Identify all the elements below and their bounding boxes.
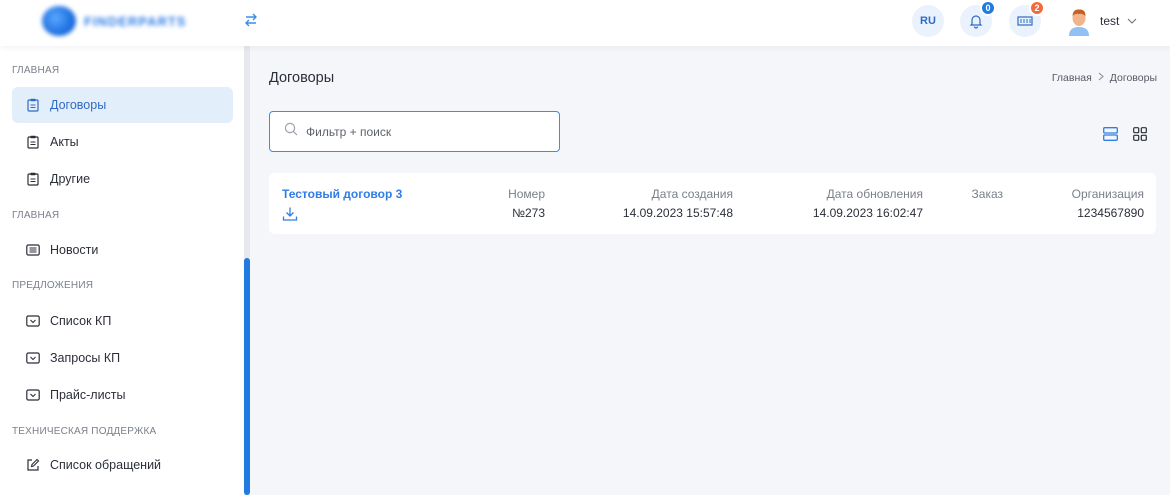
sidebar-section-main: ГЛАВНАЯ xyxy=(12,65,60,76)
avatar xyxy=(1069,9,1089,36)
sidebar-item-label: Другие xyxy=(50,172,91,186)
contract-card: Тестовый договор 3 Номер №273 Дата созда… xyxy=(269,173,1156,234)
sidebar-toggle-button[interactable] xyxy=(239,9,263,31)
breadcrumb-home[interactable]: Главная xyxy=(1052,72,1092,84)
sidebar-item-label: Список обращений xyxy=(50,458,162,472)
list-view-icon xyxy=(1102,127,1118,141)
sidebar: ГЛАВНАЯ Договоры Акты Другие ГЛАВНАЯ Нов… xyxy=(0,46,244,495)
clipboard-icon xyxy=(26,135,40,149)
search-input[interactable] xyxy=(306,124,546,139)
news-icon xyxy=(26,243,40,257)
top-header: FINDERPARTS RU 0 2 test xyxy=(0,0,1170,46)
sidebar-item-acts[interactable]: Акты xyxy=(12,124,233,160)
column-label-organization: Организация xyxy=(1071,187,1144,201)
inbox-icon xyxy=(26,388,40,402)
notifications-button[interactable]: 0 xyxy=(960,0,996,37)
cart-badge: 2 xyxy=(1029,0,1045,16)
cart-button[interactable]: 2 xyxy=(1009,0,1045,37)
clipboard-icon xyxy=(26,98,40,112)
sidebar-item-news[interactable]: Новости xyxy=(12,232,233,268)
download-icon[interactable] xyxy=(282,206,298,222)
user-menu[interactable]: test xyxy=(1066,6,1137,36)
sidebar-item-price-lists[interactable]: Прайс-листы xyxy=(12,377,233,413)
column-value-organization: 1234567890 xyxy=(1077,206,1144,220)
username: test xyxy=(1100,14,1120,28)
logo-mark xyxy=(42,6,76,36)
logo-text: FINDERPARTS xyxy=(84,13,187,29)
language-label: RU xyxy=(920,15,936,27)
sidebar-section-main-2: ГЛАВНАЯ xyxy=(12,210,60,221)
clipboard-icon xyxy=(26,172,40,186)
sidebar-scrollbar-thumb[interactable] xyxy=(244,258,250,495)
column-label-number: Номер xyxy=(508,187,545,201)
grid-view-icon xyxy=(1133,127,1147,141)
column-label-created: Дата создания xyxy=(651,187,733,201)
swap-arrows-icon xyxy=(245,13,257,27)
page-title: Договоры xyxy=(269,70,335,86)
column-value-updated: 14.09.2023 16:02:47 xyxy=(812,206,923,220)
sidebar-item-label: Договоры xyxy=(50,98,107,112)
column-value-number: №273 xyxy=(512,206,545,220)
list-view-button[interactable] xyxy=(1102,126,1118,142)
sidebar-item-contracts[interactable]: Договоры xyxy=(12,87,233,123)
notifications-badge: 0 xyxy=(980,0,996,16)
inbox-icon xyxy=(26,351,40,365)
search-box xyxy=(269,111,560,152)
cart-icon xyxy=(1017,16,1033,26)
breadcrumb-current: Договоры xyxy=(1109,72,1157,84)
sidebar-item-other[interactable]: Другие xyxy=(12,161,233,197)
bell-icon xyxy=(969,15,983,29)
grid-view-button[interactable] xyxy=(1132,126,1148,142)
column-value-created: 14.09.2023 15:57:48 xyxy=(622,206,733,220)
edit-icon xyxy=(26,458,40,472)
sidebar-item-label: Список КП xyxy=(50,314,112,328)
breadcrumb: Главная Договоры xyxy=(1052,72,1157,84)
sidebar-item-label: Новости xyxy=(50,243,99,257)
logo[interactable]: FINDERPARTS xyxy=(42,6,208,36)
search-icon xyxy=(284,122,298,141)
sidebar-section-offers: ПРЕДЛОЖЕНИЯ xyxy=(12,280,94,291)
chevron-down-icon xyxy=(1127,16,1137,27)
chevron-right-icon xyxy=(1098,72,1104,84)
sidebar-item-label: Акты xyxy=(50,135,79,149)
sidebar-item-label: Запросы КП xyxy=(50,351,121,365)
language-button[interactable]: RU xyxy=(912,5,944,37)
sidebar-section-support: ТЕХНИЧЕСКАЯ ПОДДЕРЖКА xyxy=(12,426,157,437)
contract-name-link[interactable]: Тестовый договор 3 xyxy=(282,187,402,201)
column-label-order: Заказ xyxy=(971,187,1003,201)
sidebar-item-kp-list[interactable]: Список КП xyxy=(12,303,233,339)
inbox-icon xyxy=(26,314,40,328)
sidebar-item-tickets[interactable]: Список обращений xyxy=(12,447,233,483)
column-label-updated: Дата обновления xyxy=(826,187,923,201)
sidebar-item-label: Прайс-листы xyxy=(50,388,126,402)
sidebar-item-kp-requests[interactable]: Запросы КП xyxy=(12,340,233,376)
